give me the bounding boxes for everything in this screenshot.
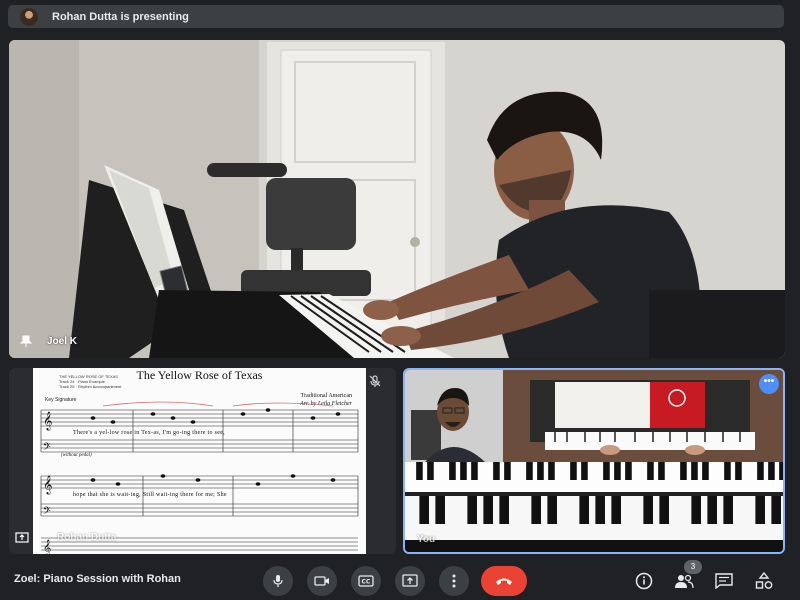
captions-button[interactable]: CC (351, 566, 381, 596)
camera-icon (314, 576, 329, 586)
more-vert-icon (452, 574, 456, 588)
svg-text:𝄞: 𝄞 (43, 540, 51, 554)
piano-black-key (435, 496, 445, 524)
piano-black-key (570, 462, 577, 480)
piano-black-key (768, 462, 775, 480)
piano-black-key (493, 462, 500, 480)
meeting-title: Zoel: Piano Session with Rohan (14, 573, 181, 585)
piano-black-key (658, 462, 665, 480)
people-icon (675, 574, 694, 589)
svg-text:CC: CC (362, 579, 371, 586)
more-options-button[interactable]: ••• (759, 374, 779, 394)
pedal-note: (without pedal) (61, 453, 92, 458)
piano-black-key (471, 462, 478, 480)
participant-count-badge: 3 (684, 560, 702, 574)
piano-black-key (771, 496, 781, 524)
camera-button[interactable] (307, 566, 337, 596)
piano-black-key (531, 496, 541, 524)
presenting-text: Rohan Dutta is presenting (52, 10, 189, 23)
activities-icon (755, 572, 773, 589)
mic-off-icon (369, 375, 381, 387)
piano-black-key (595, 496, 605, 524)
chat-button[interactable] (711, 568, 737, 594)
piano-black-key (526, 462, 533, 480)
piano-black-key (625, 462, 632, 480)
piano-black-key (504, 462, 511, 480)
piano-black-key (723, 496, 733, 524)
piano-black-key (548, 462, 555, 480)
piano-black-key (702, 462, 709, 480)
piano-black-key (581, 462, 588, 480)
piano-black-key (647, 462, 654, 480)
captions-icon: CC (358, 575, 374, 587)
svg-text:𝄞: 𝄞 (43, 411, 52, 431)
present-icon (402, 574, 418, 587)
svg-text:𝄢: 𝄢 (43, 441, 51, 455)
chat-icon (715, 573, 733, 589)
piano-black-key (724, 462, 731, 480)
keyboard-overlay (416, 462, 783, 524)
piano-black-key (483, 496, 493, 524)
lyrics-line: hope that she is wait-ing, Still wait-in… (73, 492, 227, 498)
piano-black-key (680, 462, 687, 480)
lyrics-line: There's a yel-low rose in Tex-as, I'm go… (73, 430, 225, 436)
piano-black-key (460, 462, 467, 480)
piano-black-key (416, 462, 423, 480)
pin-icon[interactable] (19, 334, 33, 348)
piano-black-key (643, 496, 653, 524)
piano-black-key (659, 496, 669, 524)
main-video-frame (9, 40, 785, 358)
presentation-icon (15, 532, 29, 543)
piano-black-key (427, 462, 434, 480)
main-tile-name: Joel K (47, 336, 78, 347)
svg-text:𝄞: 𝄞 (43, 475, 52, 495)
activities-button[interactable] (751, 568, 777, 594)
piano-black-key (467, 496, 477, 524)
piano-black-key (499, 496, 509, 524)
piano-black-key (755, 496, 765, 524)
piano-black-key (614, 462, 621, 480)
self-view-tile[interactable]: ••• You (403, 368, 785, 554)
main-video-tile[interactable]: Joel K (9, 40, 785, 358)
svg-text:𝄢: 𝄢 (43, 505, 51, 519)
piano-black-key (419, 496, 429, 524)
piano-black-key (757, 462, 764, 480)
self-tile-name: You (417, 534, 436, 545)
info-button[interactable] (631, 568, 657, 594)
end-call-button[interactable] (481, 566, 527, 596)
sheet-staves: 𝄞 𝄢 𝄞 𝄢 𝄞 (40, 401, 359, 554)
end-call-icon (496, 578, 512, 585)
control-bar: Zoel: Piano Session with Rohan CC (0, 562, 800, 600)
mic-button[interactable] (263, 566, 293, 596)
presenting-banner: Rohan Dutta is presenting (8, 5, 784, 28)
shared-screen-owner: Rohan Dutta (57, 532, 117, 543)
mic-icon (273, 575, 283, 587)
piano-black-key (779, 462, 783, 480)
piano-black-key (691, 496, 701, 524)
piano-black-key (691, 462, 698, 480)
sheet-music-page: The Yellow Rose of Texas THE YELLOW ROSE… (33, 368, 366, 554)
piano-black-key (611, 496, 621, 524)
info-icon (635, 572, 653, 590)
shared-screen-tile[interactable]: The Yellow Rose of Texas THE YELLOW ROSE… (9, 368, 396, 554)
piano-black-key (449, 462, 456, 480)
piano-black-key (547, 496, 557, 524)
piano-black-key (735, 462, 742, 480)
piano-black-key (603, 462, 610, 480)
piano-black-key (537, 462, 544, 480)
presenter-avatar (20, 7, 38, 26)
piano-black-key (579, 496, 589, 524)
present-button[interactable] (395, 566, 425, 596)
piano-black-key (707, 496, 717, 524)
more-options-control[interactable] (439, 566, 469, 596)
